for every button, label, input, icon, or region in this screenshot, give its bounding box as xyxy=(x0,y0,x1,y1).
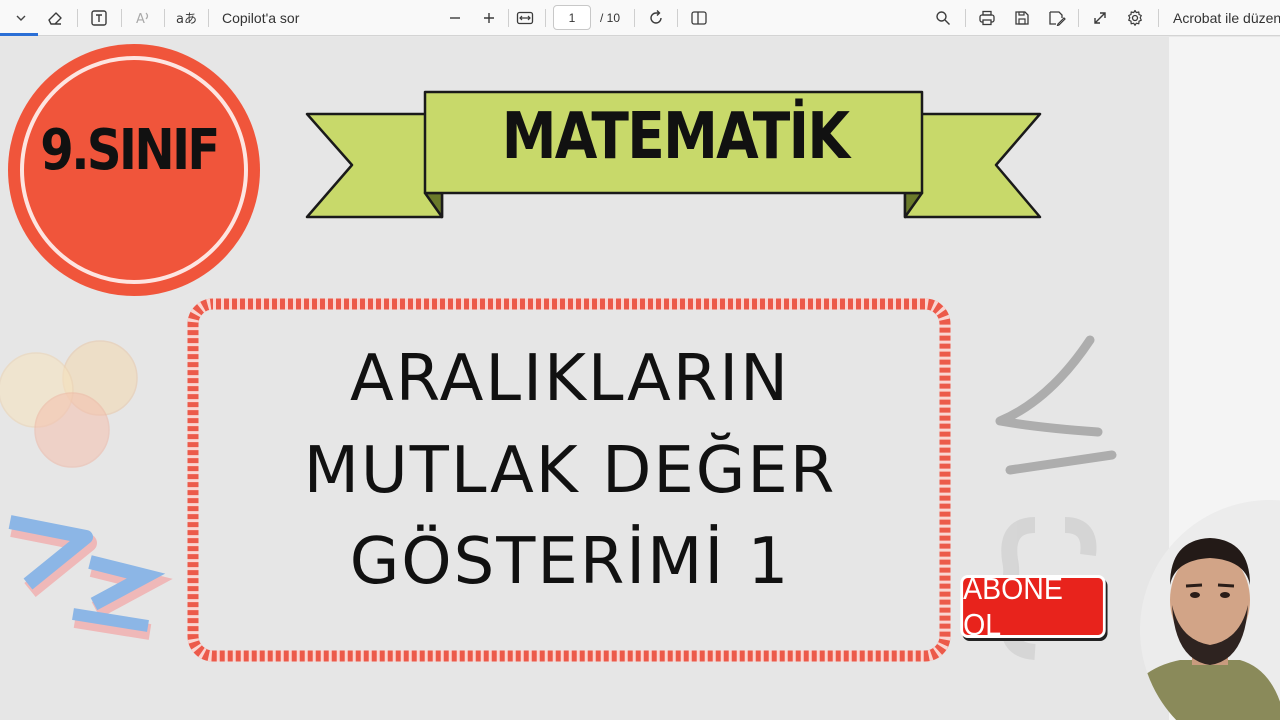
print-button[interactable] xyxy=(976,0,998,36)
active-tool-indicator xyxy=(0,33,38,36)
grade-badge: 9.SINIF xyxy=(40,118,220,183)
decorative-less-equal-sign xyxy=(995,335,1117,475)
fullscreen-icon xyxy=(1094,12,1106,24)
toolbar-divider xyxy=(965,9,966,27)
gear-icon xyxy=(1128,9,1142,26)
subject-title: MATEMATİK xyxy=(501,100,850,174)
toolbar-divider xyxy=(164,9,165,27)
zoom-in-icon xyxy=(484,13,494,23)
text-box-icon xyxy=(91,10,107,26)
fit-width-icon xyxy=(516,11,534,25)
edit-in-acrobat-button[interactable]: Acrobat ile düzen xyxy=(1173,0,1280,36)
decorative-circles xyxy=(0,340,138,468)
svg-text:aあ: aあ xyxy=(176,12,197,27)
toolbar-divider xyxy=(508,9,509,27)
lesson-title-line-2: MUTLAK DEĞER xyxy=(303,434,837,508)
lesson-title-line-1: ARALIKLARIN xyxy=(349,342,791,416)
chevron-down-icon xyxy=(16,15,26,21)
rotate-icon xyxy=(650,10,662,24)
add-text-button[interactable] xyxy=(87,0,111,36)
translate-button[interactable]: aあ xyxy=(173,0,199,36)
toolbar-divider xyxy=(208,9,209,27)
print-icon xyxy=(979,10,995,26)
search-icon xyxy=(936,11,950,25)
eraser-icon xyxy=(48,12,62,25)
ask-copilot-button[interactable]: Copilot'a sor xyxy=(222,0,299,36)
highlight-dropdown[interactable] xyxy=(4,0,38,36)
toolbar-divider xyxy=(634,9,635,27)
search-button[interactable] xyxy=(932,0,954,36)
svg-text:A: A xyxy=(136,12,145,27)
page-view-button[interactable] xyxy=(688,0,710,36)
rotate-button[interactable] xyxy=(645,0,667,36)
zoom-out-icon xyxy=(450,17,460,19)
toolbar-divider xyxy=(677,9,678,27)
page-number-input[interactable]: 1 xyxy=(553,5,591,30)
presenter-webcam xyxy=(1140,500,1280,720)
eraser-button[interactable] xyxy=(43,0,67,36)
subscribe-button[interactable]: ABONE OL xyxy=(960,571,1106,642)
toolbar-divider xyxy=(545,9,546,27)
fullscreen-button[interactable] xyxy=(1089,0,1111,36)
fit-width-button[interactable] xyxy=(514,0,536,36)
decorative-greater-than-signs xyxy=(8,515,173,640)
save-icon xyxy=(1015,11,1029,25)
pdf-toolbar: A aあ Copilot'a sor 1 / 10 Acrobat ile dü… xyxy=(0,0,1280,36)
page-total: / 10 xyxy=(600,11,621,25)
settings-button[interactable] xyxy=(1124,0,1146,36)
lesson-title-line-3: GÖSTERİMİ 1 xyxy=(349,525,791,599)
save-as-icon xyxy=(1049,11,1066,26)
zoom-in-button[interactable] xyxy=(478,0,500,36)
zoom-out-button[interactable] xyxy=(444,0,466,36)
toolbar-divider xyxy=(121,9,122,27)
toolbar-divider xyxy=(1078,9,1079,27)
toolbar-divider xyxy=(77,9,78,27)
save-button[interactable] xyxy=(1011,0,1033,36)
translate-icon: aあ xyxy=(176,12,197,27)
save-as-button[interactable] xyxy=(1046,0,1068,36)
read-aloud-icon: A xyxy=(136,12,149,27)
page-view-icon xyxy=(691,11,707,25)
read-aloud-button[interactable]: A xyxy=(131,0,155,36)
toolbar-divider xyxy=(1158,9,1159,27)
